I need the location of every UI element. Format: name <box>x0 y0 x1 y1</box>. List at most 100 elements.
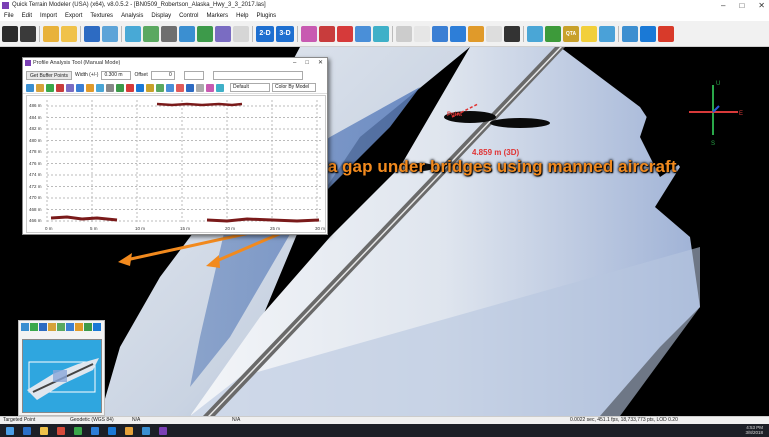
light-icon[interactable] <box>233 25 249 42</box>
side-tool-icon[interactable] <box>93 323 101 331</box>
contour-icon[interactable] <box>125 25 141 42</box>
flythrough-icon[interactable] <box>301 25 317 42</box>
overview-minimap[interactable] <box>22 339 102 413</box>
profile-tool-icon[interactable] <box>106 83 114 92</box>
menu-import[interactable]: Import <box>40 11 57 21</box>
profile-tool-icon[interactable] <box>146 83 154 92</box>
side-tool-icon[interactable] <box>21 323 29 331</box>
profile-icon[interactable] <box>143 25 159 42</box>
bulb-icon[interactable] <box>581 25 597 42</box>
grid-icon[interactable] <box>161 25 177 42</box>
profile-selector[interactable] <box>212 70 303 80</box>
profile-tool-icon[interactable] <box>136 83 144 92</box>
menu-display[interactable]: Display <box>151 11 171 21</box>
profile-tool-icon[interactable] <box>216 83 224 92</box>
menu-textures[interactable]: Textures <box>90 11 113 21</box>
menu-plugins[interactable]: Plugins <box>256 11 276 21</box>
mode-select[interactable]: Default <box>230 83 270 92</box>
profile-tool-icon[interactable] <box>76 83 84 92</box>
width-input[interactable]: 0.300 m <box>101 70 132 80</box>
minimize-button[interactable]: – <box>721 0 725 11</box>
close-button[interactable]: ✕ <box>758 0 765 11</box>
folder-icon[interactable] <box>61 25 77 42</box>
target-icon[interactable] <box>504 25 520 42</box>
save-icon[interactable] <box>84 25 100 42</box>
profile-tool-icon[interactable] <box>96 83 104 92</box>
binoculars-icon[interactable] <box>2 25 18 42</box>
brush-icon[interactable] <box>319 25 335 42</box>
menu-edit[interactable]: Edit <box>22 11 32 21</box>
file-explorer-icon[interactable] <box>40 426 48 435</box>
profile-minimize-button[interactable]: – <box>293 58 296 68</box>
chart-icon[interactable] <box>599 25 615 42</box>
line-tool-icon[interactable] <box>432 25 448 42</box>
taskbar-clock[interactable]: 4:53 PM 3/8/2018 <box>745 425 763 435</box>
open-folder-icon[interactable] <box>43 25 59 42</box>
profile-tool-icon[interactable] <box>126 83 134 92</box>
checklist-icon[interactable] <box>622 25 638 42</box>
maximize-button[interactable]: □ <box>739 0 744 11</box>
profile-tool-icon[interactable] <box>86 83 94 92</box>
side-tool-icon[interactable] <box>30 323 38 331</box>
taskbar-app-icon[interactable] <box>142 426 150 435</box>
profile-tool-icon[interactable] <box>26 83 34 92</box>
tree-icon[interactable] <box>545 25 561 42</box>
qta-tool-icon[interactable]: QTA <box>563 25 579 42</box>
menu-markers[interactable]: Markers <box>206 11 228 21</box>
profile-analysis-window[interactable]: Profile Analysis Tool (Manual Mode) – □ … <box>22 57 328 235</box>
color-select[interactable]: Color By Model <box>272 83 316 92</box>
axis-gizmo[interactable]: U E S <box>683 77 743 147</box>
side-tool-icon[interactable] <box>66 323 74 331</box>
side-tool-icon[interactable] <box>84 323 92 331</box>
profile-tool-icon[interactable] <box>36 83 44 92</box>
camera-icon[interactable] <box>20 25 36 42</box>
side-tool-icon[interactable] <box>39 323 47 331</box>
globe-icon[interactable] <box>179 25 195 42</box>
eye-icon[interactable] <box>486 25 502 42</box>
offset-stepper[interactable] <box>183 70 204 80</box>
taskbar-app-icon[interactable] <box>159 426 167 435</box>
get-buffer-points-button[interactable]: Get Buffer Points <box>26 70 72 80</box>
side-tool-icon[interactable] <box>48 323 56 331</box>
surface-icon[interactable] <box>102 25 118 42</box>
profile-tool-icon[interactable] <box>176 83 184 92</box>
layers-icon[interactable] <box>197 25 213 42</box>
profile-tool-icon[interactable] <box>196 83 204 92</box>
watershed-icon[interactable] <box>527 25 543 42</box>
profile-tool-icon[interactable] <box>56 83 64 92</box>
profile-close-button[interactable]: ✕ <box>318 58 323 68</box>
stop-icon[interactable] <box>658 25 674 42</box>
taskbar-app-icon[interactable] <box>108 426 116 435</box>
view-3d-icon[interactable]: 3-D <box>276 25 294 42</box>
terrain-icon[interactable] <box>373 25 389 42</box>
profile-maximize-button[interactable]: □ <box>305 58 309 68</box>
start-icon[interactable] <box>6 426 14 435</box>
menu-analysis[interactable]: Analysis <box>121 11 143 21</box>
menu-file[interactable]: File <box>4 11 14 21</box>
rectangle-tool-icon[interactable] <box>450 25 466 42</box>
taskbar-app-icon[interactable] <box>57 426 65 435</box>
palette-icon[interactable] <box>215 25 231 42</box>
profile-tool-icon[interactable] <box>116 83 124 92</box>
info-icon[interactable] <box>640 25 656 42</box>
profile-tool-icon[interactable] <box>186 83 194 92</box>
profile-tool-icon[interactable] <box>66 83 74 92</box>
taskbar-app-icon[interactable] <box>91 426 99 435</box>
offset-input[interactable]: 0 <box>150 70 175 80</box>
cross-section-icon[interactable] <box>396 25 412 42</box>
marker-icon[interactable] <box>337 25 353 42</box>
taskbar-app-icon[interactable] <box>74 426 82 435</box>
side-tool-icon[interactable] <box>75 323 83 331</box>
side-tool-icon[interactable] <box>57 323 65 331</box>
browser-icon[interactable] <box>23 426 31 435</box>
menu-control[interactable]: Control <box>179 11 198 21</box>
profile-tool-icon[interactable] <box>166 83 174 92</box>
sphere-icon[interactable] <box>414 25 430 42</box>
profile-tool-icon[interactable] <box>46 83 54 92</box>
profile-tool-icon[interactable] <box>156 83 164 92</box>
view-2d-icon[interactable]: 2-D <box>256 25 274 42</box>
profile-plot[interactable]: 486 m 484 m 482 m 480 m 478 m 476 m 474 m 472 m… <box>26 95 326 233</box>
surface-model-icon[interactable] <box>355 25 371 42</box>
profile-tool-icon[interactable] <box>206 83 214 92</box>
slope-icon[interactable] <box>468 25 484 42</box>
